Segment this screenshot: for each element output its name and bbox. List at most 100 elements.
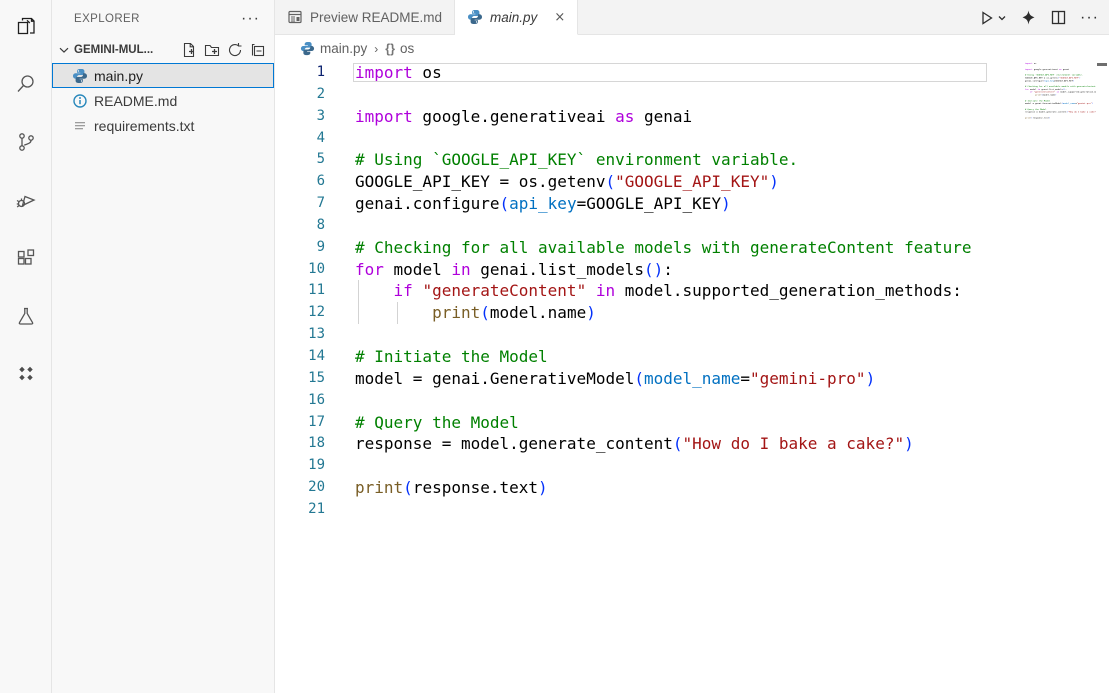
folder-section-header[interactable]: GEMINI-MUL...	[52, 38, 274, 62]
code-line[interactable]	[355, 84, 1025, 106]
code-line[interactable]: print(response.text)	[355, 477, 1025, 499]
code-line[interactable]: model = genai.GenerativeModel(model_name…	[355, 368, 1025, 390]
code-line[interactable]: response = model.generate_content("How d…	[355, 433, 1025, 455]
split-editor-button[interactable]	[1050, 9, 1067, 26]
cursor-position-marker	[1097, 63, 1107, 66]
chevron-down-icon	[56, 42, 72, 58]
line-number[interactable]: 21	[275, 499, 355, 521]
file-name: README.md	[94, 93, 177, 109]
search-icon[interactable]	[12, 70, 40, 98]
tab-main-py[interactable]: main.py ×	[455, 0, 578, 35]
line-number[interactable]: 7	[275, 193, 355, 215]
code-line[interactable]	[355, 324, 1025, 346]
close-tab-icon[interactable]: ×	[554, 10, 565, 25]
source-control-icon[interactable]	[12, 128, 40, 156]
code-editor[interactable]: 123456789101112131415161718192021 import…	[275, 62, 1109, 693]
activity-bar	[0, 0, 52, 693]
code-line[interactable]: GOOGLE_API_KEY = os.getenv("GOOGLE_API_K…	[355, 171, 1025, 193]
gutter: 123456789101112131415161718192021	[275, 62, 355, 521]
line-number[interactable]: 19	[275, 455, 355, 477]
line-number[interactable]: 3	[275, 106, 355, 128]
sidebar-title-row: EXPLORER ···	[52, 0, 274, 38]
split-editor-icon	[1050, 9, 1067, 26]
breadcrumb-separator: ›	[374, 42, 378, 56]
code-line[interactable]: genai.configure(api_key=GOOGLE_API_KEY)	[355, 193, 1025, 215]
testing-icon[interactable]	[12, 302, 40, 330]
run-dropdown-chevron-icon[interactable]	[997, 13, 1007, 23]
tab-label: main.py	[490, 10, 537, 25]
line-number[interactable]: 11	[275, 280, 355, 302]
explorer-icon[interactable]	[12, 12, 40, 40]
file-name: requirements.txt	[94, 118, 194, 134]
breadcrumb: main.py › {} os	[275, 35, 1109, 62]
line-number[interactable]: 8	[275, 215, 355, 237]
line-number[interactable]: 4	[275, 128, 355, 150]
sidebar-title: EXPLORER	[74, 13, 241, 25]
file-row-main-py[interactable]: main.py	[52, 63, 274, 88]
collapse-all-icon[interactable]	[250, 42, 266, 58]
file-list: main.py README.md requirements.txt	[52, 63, 274, 139]
code-line[interactable]: import google.generativeai as genai	[355, 106, 1025, 128]
code-line[interactable]	[355, 215, 1025, 237]
new-file-icon[interactable]	[181, 42, 197, 58]
refresh-icon[interactable]	[227, 42, 243, 58]
minimap[interactable]: import os import google.generativeai as …	[1025, 62, 1096, 693]
markdown-preview-icon	[287, 9, 303, 25]
code-line[interactable]: for model in genai.list_models():	[355, 259, 1025, 281]
file-row-requirements-txt[interactable]: requirements.txt	[52, 114, 274, 139]
line-number[interactable]: 16	[275, 390, 355, 412]
line-number[interactable]: 9	[275, 237, 355, 259]
run-button[interactable]	[977, 9, 1007, 27]
python-icon	[300, 41, 315, 56]
breadcrumb-symbol[interactable]: os	[400, 41, 414, 56]
extensions-icon[interactable]	[12, 244, 40, 272]
gemini-extension-icon[interactable]	[12, 360, 40, 388]
sparkle-button[interactable]	[1020, 9, 1037, 26]
more-actions-icon[interactable]: ···	[1080, 14, 1099, 22]
code-lines: import os import google.generativeai as g…	[355, 62, 1025, 521]
code-line[interactable]	[355, 128, 1025, 150]
line-number[interactable]: 6	[275, 171, 355, 193]
indent-guide	[358, 302, 359, 324]
sparkle-icon	[1020, 9, 1037, 26]
editor-actions: ···	[977, 0, 1099, 35]
file-row-readme-md[interactable]: README.md	[52, 88, 274, 113]
indent-guide	[397, 302, 398, 324]
code-line[interactable]	[355, 499, 1025, 521]
breadcrumb-file[interactable]: main.py	[320, 41, 367, 56]
code-line[interactable]: if "generateContent" in model.supported_…	[355, 280, 1025, 302]
tab-bar: Preview README.md main.py ×	[275, 0, 1109, 35]
line-number[interactable]: 17	[275, 412, 355, 434]
code-line[interactable]: # Using `GOOGLE_API_KEY` environment var…	[355, 149, 1025, 171]
line-number[interactable]: 12	[275, 302, 355, 324]
code-line[interactable]	[355, 455, 1025, 477]
line-number[interactable]: 10	[275, 259, 355, 281]
line-number[interactable]: 13	[275, 324, 355, 346]
line-number[interactable]: 14	[275, 346, 355, 368]
code-line[interactable]: # Initiate the Model	[355, 346, 1025, 368]
run-icon	[977, 9, 995, 27]
new-folder-icon[interactable]	[204, 42, 220, 58]
overview-ruler	[1096, 62, 1109, 693]
file-name: main.py	[94, 68, 143, 84]
code-line[interactable]: # Checking for all available models with…	[355, 237, 1025, 259]
line-number[interactable]: 2	[275, 84, 355, 106]
line-number[interactable]: 1	[275, 62, 355, 84]
minimap-content: import os import google.generativeai as …	[1025, 62, 1034, 122]
sidebar-more-actions-icon[interactable]: ···	[241, 14, 260, 24]
code-line[interactable]: import os	[355, 62, 1025, 84]
line-number[interactable]: 5	[275, 149, 355, 171]
folder-name: GEMINI-MUL...	[74, 44, 181, 56]
text-lines-icon	[72, 118, 88, 134]
tab-preview-readme[interactable]: Preview README.md	[275, 0, 455, 34]
run-debug-icon[interactable]	[12, 186, 40, 214]
python-icon	[467, 9, 483, 25]
symbol-braces-icon: {}	[385, 42, 395, 56]
code-line[interactable]: print(model.name)	[355, 302, 1025, 324]
explorer-sidebar: EXPLORER ··· GEMINI-MUL... main.py	[52, 0, 275, 693]
line-number[interactable]: 18	[275, 433, 355, 455]
code-line[interactable]: # Query the Model	[355, 412, 1025, 434]
line-number[interactable]: 20	[275, 477, 355, 499]
line-number[interactable]: 15	[275, 368, 355, 390]
code-line[interactable]	[355, 390, 1025, 412]
